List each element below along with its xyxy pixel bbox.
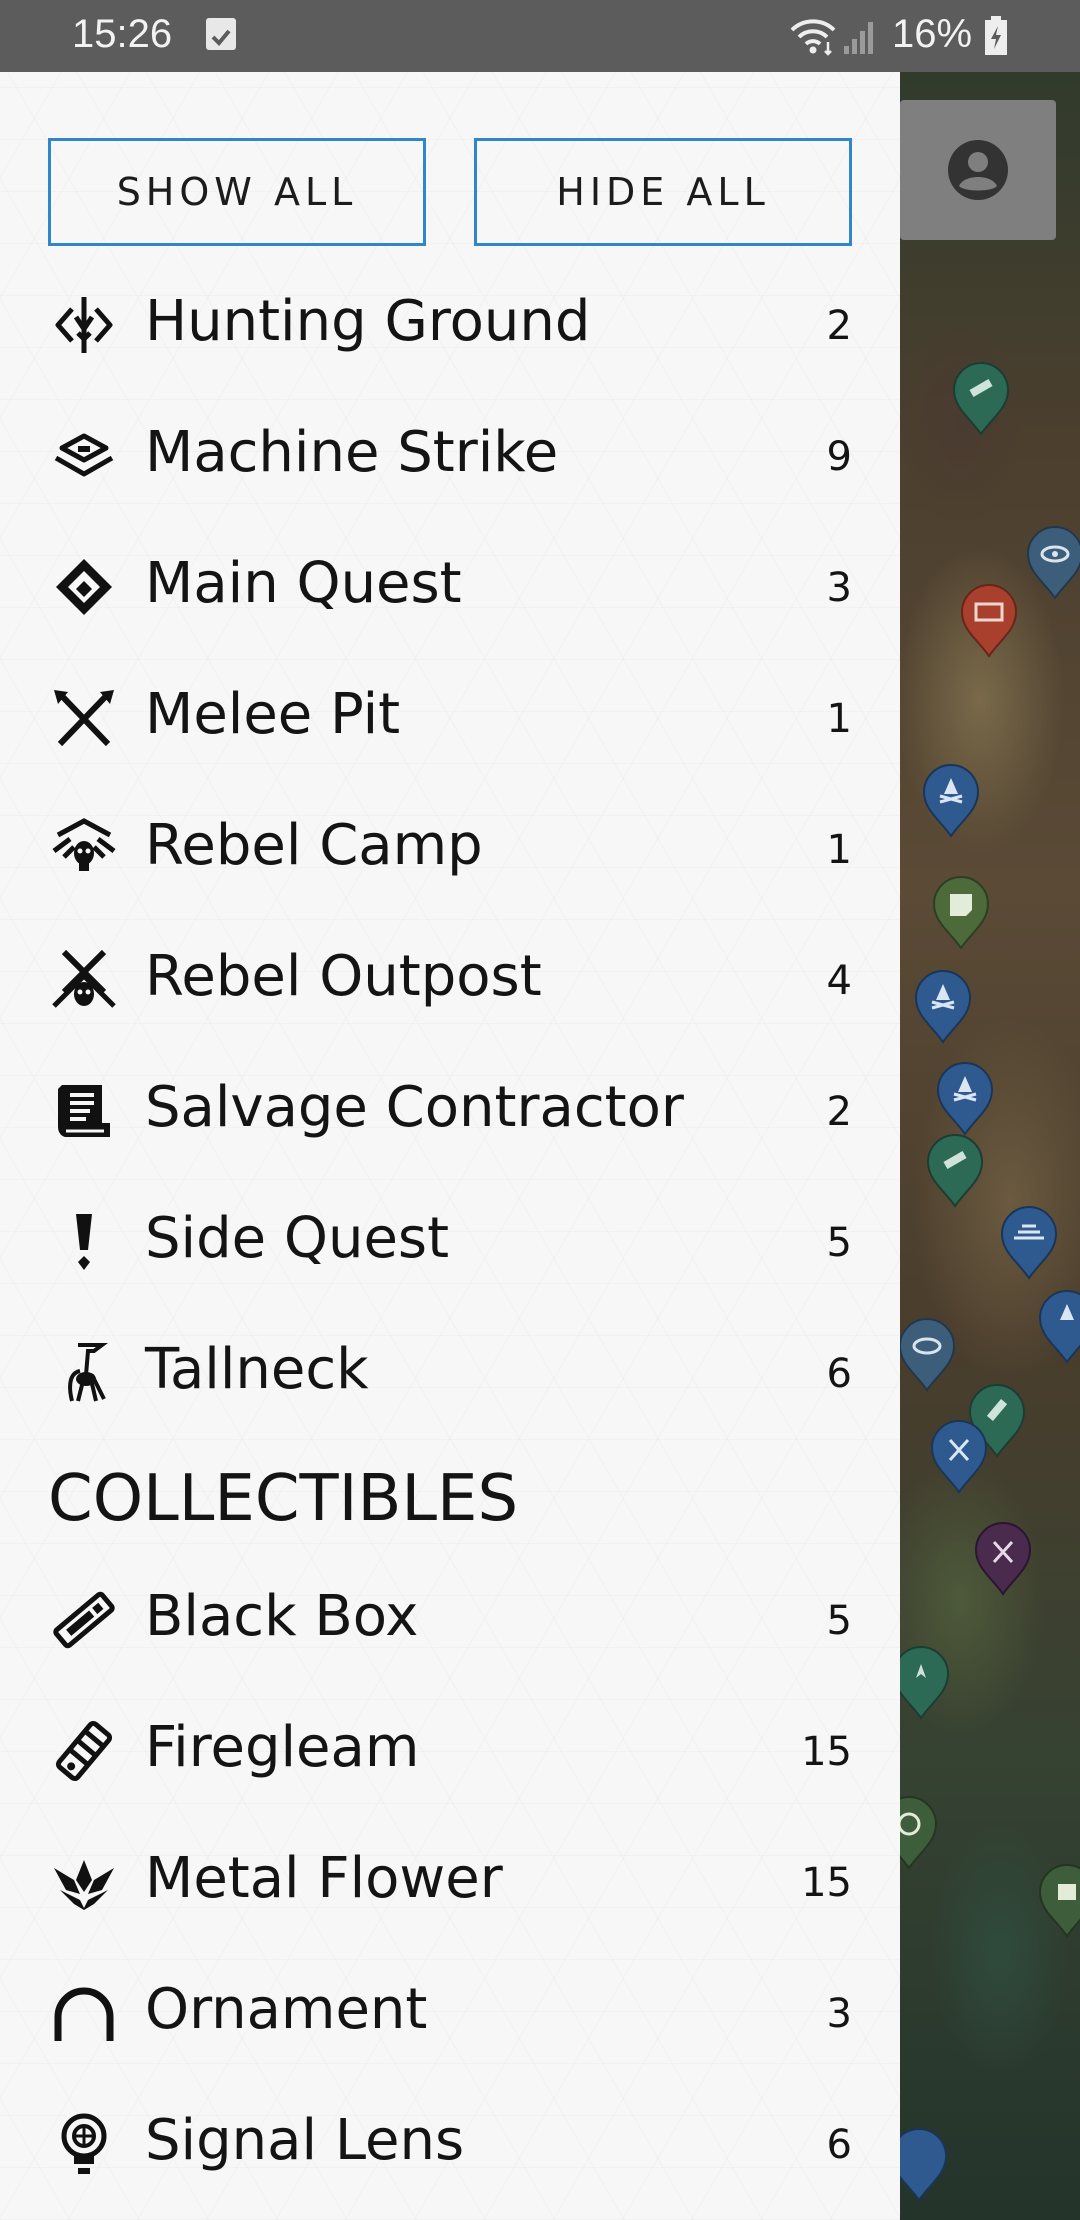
wifi-icon <box>788 16 838 56</box>
machine-strike-icon <box>50 424 118 488</box>
collectible-count: 15 <box>801 1729 852 1775</box>
rebel-outpost-icon <box>50 948 118 1012</box>
category-count: 4 <box>826 958 852 1004</box>
collectible-label: Ornament <box>145 1977 428 2042</box>
map-marker-blue[interactable] <box>912 970 974 1044</box>
map-marker-blue[interactable] <box>928 1420 990 1494</box>
checkbox-notification-icon <box>206 18 236 50</box>
account-button[interactable] <box>900 100 1056 240</box>
map-marker-blue[interactable] <box>998 1206 1060 1280</box>
collectible-label: Metal Flower <box>145 1846 503 1911</box>
category-count: 3 <box>826 565 852 611</box>
category-label: Main Quest <box>145 551 462 616</box>
collectible-item-metal-flower[interactable]: Metal Flower 15 <box>0 1814 900 1945</box>
category-count: 1 <box>826 696 852 742</box>
collectible-item-ornament[interactable]: Ornament 3 <box>0 1945 900 2076</box>
signal-lens-icon <box>50 2112 118 2176</box>
category-item-tallneck[interactable]: Tallneck 6 <box>0 1305 900 1436</box>
main-quest-icon <box>50 555 118 619</box>
map-marker-blue[interactable] <box>934 1062 996 1136</box>
category-item-salvage-contractor[interactable]: Salvage Contractor 2 <box>0 1043 900 1174</box>
map-marker-blue[interactable] <box>920 764 982 838</box>
collectible-count: 6 <box>826 2122 852 2168</box>
collectible-label: Firegleam <box>145 1715 420 1780</box>
category-item-melee-pit[interactable]: Melee Pit 1 <box>0 650 900 781</box>
account-circle-icon <box>946 138 1010 202</box>
category-item-rebel-outpost[interactable]: Rebel Outpost 4 <box>0 912 900 1043</box>
status-time: 15:26 <box>72 12 173 56</box>
collectible-label: Black Box <box>145 1584 419 1649</box>
map-marker-blue[interactable] <box>1024 526 1080 600</box>
category-item-hunting-ground[interactable]: Hunting Ground 2 <box>0 257 900 388</box>
category-count: 2 <box>826 1089 852 1135</box>
category-item-main-quest[interactable]: Main Quest 3 <box>0 519 900 650</box>
battery-charging-icon <box>984 16 1008 56</box>
show-all-button[interactable]: SHOW ALL <box>48 138 426 246</box>
map-marker-green[interactable] <box>950 362 1012 436</box>
collectible-label: Signal Lens <box>145 2108 465 2173</box>
category-item-rebel-camp[interactable]: Rebel Camp 1 <box>0 781 900 912</box>
collectible-count: 5 <box>826 1598 852 1644</box>
map-marker-blue[interactable] <box>1036 1290 1080 1364</box>
category-label: Melee Pit <box>145 682 401 747</box>
map-marker-red[interactable] <box>958 584 1020 658</box>
category-label: Hunting Ground <box>145 289 591 354</box>
collectible-count: 3 <box>826 1991 852 2037</box>
category-count: 1 <box>826 827 852 873</box>
cell-signal-icon <box>842 18 878 56</box>
rebel-camp-icon <box>50 817 118 881</box>
category-item-side-quest[interactable]: Side Quest 5 <box>0 1174 900 1305</box>
collectibles-heading: COLLECTIBLES <box>48 1462 519 1536</box>
black-box-icon <box>50 1588 118 1652</box>
firegleam-icon <box>50 1719 118 1783</box>
category-label: Tallneck <box>145 1337 369 1402</box>
map-marker-green[interactable] <box>930 876 992 950</box>
map-marker-green[interactable] <box>1036 1864 1080 1938</box>
collectible-item-firegleam[interactable]: Firegleam 15 <box>0 1683 900 1814</box>
map-marker-blue[interactable] <box>896 1318 958 1392</box>
ornament-icon <box>50 1981 118 2045</box>
collectible-item-black-box[interactable]: Black Box 5 <box>0 1552 900 1683</box>
category-drawer[interactable]: SHOW ALL HIDE ALL Hunting Ground 2 Machi… <box>0 72 900 2220</box>
side-quest-icon <box>50 1210 118 1274</box>
category-label: Rebel Camp <box>145 813 483 878</box>
hide-all-button[interactable]: HIDE ALL <box>474 138 852 246</box>
map-marker-purple[interactable] <box>972 1522 1034 1596</box>
category-count: 6 <box>826 1351 852 1397</box>
map-marker-green[interactable] <box>924 1134 986 1208</box>
category-count: 5 <box>826 1220 852 1266</box>
category-item-machine-strike[interactable]: Machine Strike 9 <box>0 388 900 519</box>
category-count: 2 <box>826 303 852 349</box>
category-count: 9 <box>826 434 852 480</box>
battery-percent: 16% <box>892 12 973 56</box>
metal-flower-icon <box>50 1850 118 1914</box>
salvage-contractor-icon <box>50 1079 118 1143</box>
category-label: Side Quest <box>145 1206 450 1271</box>
melee-pit-icon <box>50 686 118 750</box>
category-label: Salvage Contractor <box>145 1075 684 1140</box>
category-label: Machine Strike <box>145 420 559 485</box>
hunting-ground-icon <box>50 293 118 357</box>
status-bar: 15:26 16% <box>0 0 1080 72</box>
category-label: Rebel Outpost <box>145 944 542 1009</box>
collectible-count: 15 <box>801 1860 852 1906</box>
tallneck-icon <box>50 1341 118 1405</box>
collectible-item-signal-lens[interactable]: Signal Lens 6 <box>0 2076 900 2207</box>
